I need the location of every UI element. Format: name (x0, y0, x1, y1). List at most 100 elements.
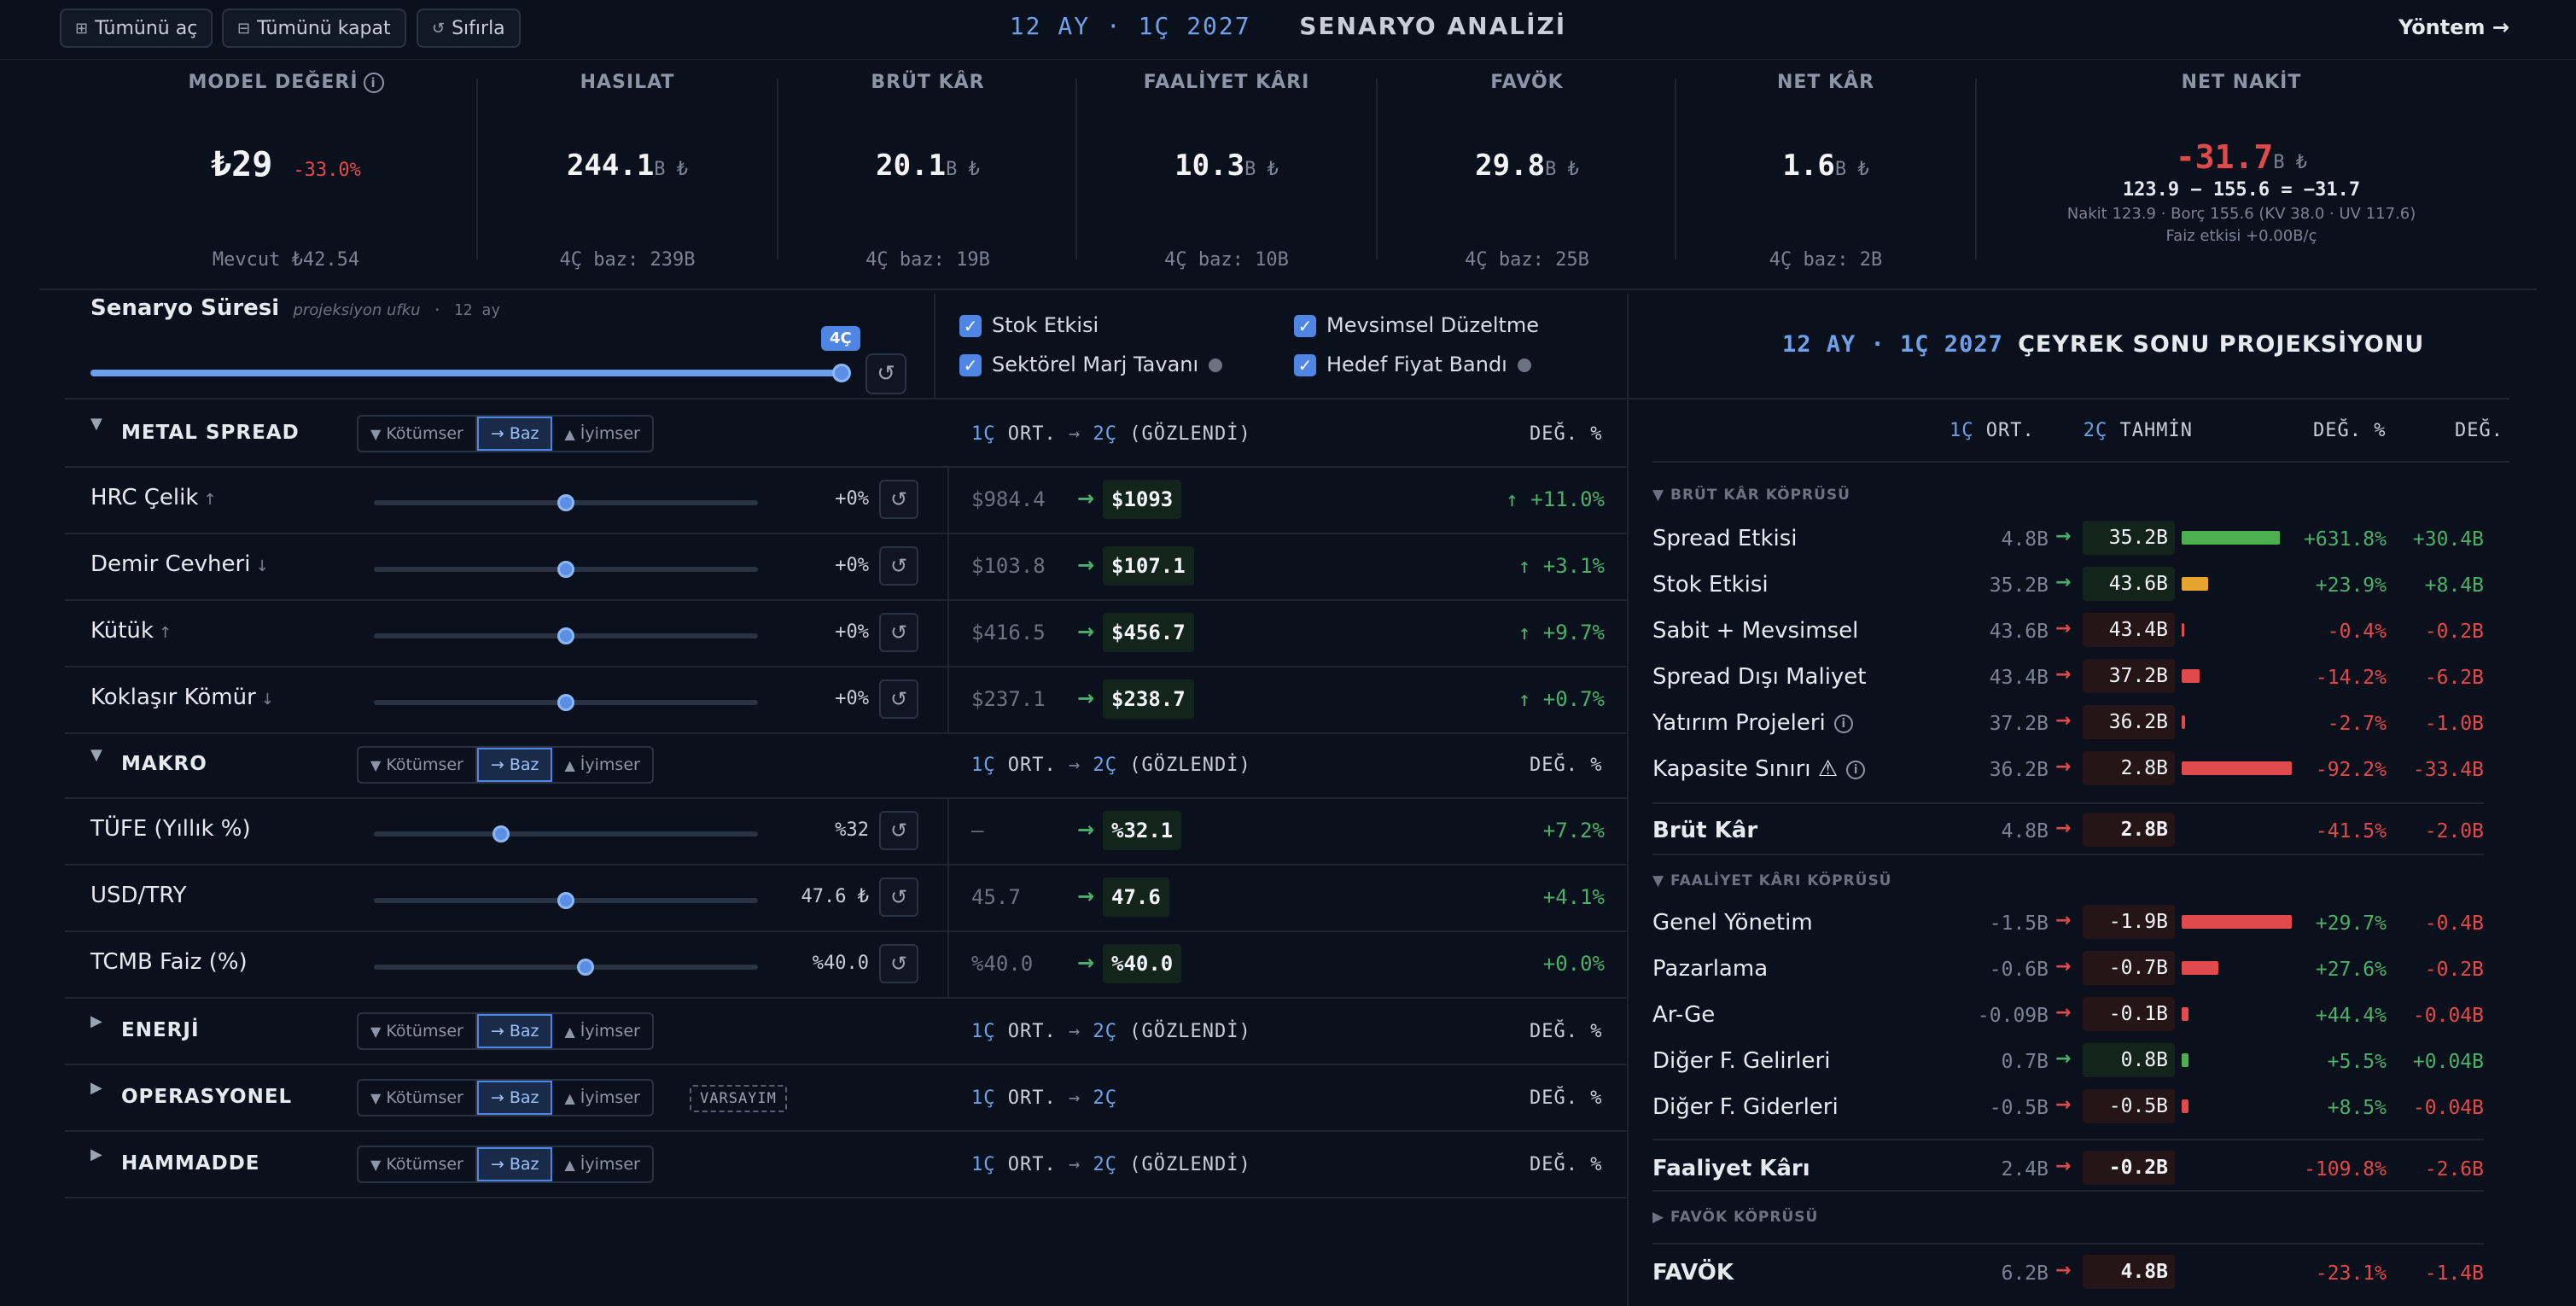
method-link[interactable]: Yöntem → (2398, 15, 2509, 39)
col-observed: (GÖZLENDİ) (1129, 423, 1251, 445)
divider (65, 533, 1627, 534)
bridge-new: 0.8B (2083, 1043, 2175, 1077)
driver-slider-handle[interactable] (576, 959, 594, 976)
kpi-model-value: MODEL DEĞERİ i ₺29 -33.0% Mevcut ₺42.54 (94, 60, 478, 289)
driver-name: Demir Cevheri (90, 551, 251, 577)
section-title-ops[interactable]: OPERASYONEL (121, 1086, 292, 1108)
pessimistic-option[interactable]: ▼ Kötümser (358, 748, 477, 782)
seasonal-checkbox[interactable]: ✓ (1294, 315, 1316, 337)
projection-delta-header: DEĞ. (2455, 420, 2503, 441)
gross-bridge-toggle[interactable]: ▼ BRÜT KÂR KÖPRÜSÜ (1652, 487, 1850, 504)
expand-chevron-icon[interactable]: ▶ (90, 1079, 102, 1097)
driver-reset-button[interactable]: ↺ (879, 877, 918, 917)
collapse-chevron-icon[interactable]: ▼ (90, 415, 102, 433)
driver-slider-handle[interactable] (492, 825, 510, 842)
optimistic-option[interactable]: ▲ İyimser (552, 748, 651, 782)
driver-reset-button[interactable]: ↺ (879, 811, 918, 850)
bridge-bar (2182, 715, 2186, 729)
section-title-macro[interactable]: MAKRO (121, 753, 207, 775)
col-q2: 2Ç (1093, 1087, 1117, 1109)
ebitda-bridge-toggle[interactable]: ▶ FAVÖK KÖPRÜSÜ (1652, 1209, 1818, 1226)
driver-slider-track[interactable] (374, 965, 758, 970)
triangle-up-icon: ▲ (564, 425, 575, 442)
arrow-right-icon: → (2055, 1094, 2072, 1116)
info-icon[interactable]: i (1833, 714, 1853, 733)
driver-reset-button[interactable]: ↺ (879, 679, 918, 719)
driver-prev-value: %40.0 (971, 952, 1034, 976)
stock-effect-checkbox[interactable]: ✓ (959, 315, 982, 337)
driver-new-value: %32.1 (1103, 811, 1182, 850)
pessimistic-option[interactable]: ▼ Kötümser (358, 417, 477, 451)
net-cash-formula: 123.9 − 155.6 = −31.7 (2122, 179, 2361, 201)
base-option[interactable]: → Baz (476, 1147, 553, 1181)
driver-slider-track[interactable] (374, 831, 758, 837)
bridge-pct: -0.4% (2327, 621, 2387, 643)
kpi-value: 29.8B ₺ (1475, 149, 1579, 183)
col-change: DEĞ. % (1530, 1021, 1603, 1042)
bridge-prev: -0.5B (1989, 1097, 2049, 1119)
section-title-raw[interactable]: HAMMADDE (121, 1152, 260, 1175)
sector-cap-checkbox[interactable]: ✓ (959, 354, 982, 376)
driver-slider-handle[interactable] (557, 694, 574, 711)
kpi-label: FAALİYET KÂRI (1143, 72, 1310, 93)
bridge-pct: +29.7% (2315, 912, 2387, 935)
bridge-bar (2182, 1099, 2189, 1113)
pessimistic-option[interactable]: ▼ Kötümser (358, 1014, 477, 1048)
optimistic-option[interactable]: ▲ İyimser (552, 1147, 651, 1181)
divider (65, 732, 1627, 734)
optimistic-option[interactable]: ▲ İyimser (552, 417, 651, 451)
base-option[interactable]: → Baz (476, 1081, 553, 1115)
horizon-slider-handle[interactable] (832, 364, 851, 382)
optimistic-option[interactable]: ▲ İyimser (552, 1081, 651, 1115)
kpi-foot: 4Ç baz: 239B (559, 249, 696, 271)
expand-chevron-icon[interactable]: ▶ (90, 1012, 102, 1030)
kpi-label: HASILAT (580, 72, 675, 93)
bridge-prev: -0.6B (1989, 959, 2049, 981)
bridge-name: Brüt Kâr (1652, 818, 1758, 843)
section-title-metal[interactable]: METAL SPREAD (121, 422, 300, 444)
col-arrow: → (1068, 423, 1081, 445)
divider (39, 289, 2537, 290)
optimistic-option[interactable]: ▲ İyimser (552, 1014, 651, 1048)
base-option[interactable]: → Baz (476, 748, 553, 782)
pessimistic-label: Kötümser (386, 755, 463, 774)
driver-slider-handle[interactable] (557, 561, 574, 578)
bridge-prev: 0.7B (2001, 1051, 2049, 1073)
bridge-delta: -0.2B (2424, 621, 2484, 643)
info-icon[interactable]: i (1846, 760, 1866, 779)
pessimistic-option[interactable]: ▼ Kötümser (358, 1147, 477, 1181)
pessimistic-option[interactable]: ▼ Kötümser (358, 1081, 477, 1115)
section-col-header: 1Ç ORT. → 2Ç (971, 1087, 1117, 1109)
driver-slider-handle[interactable] (557, 494, 574, 511)
driver-reset-button[interactable]: ↺ (879, 613, 918, 652)
scenario-horizon: 12 ay (453, 301, 501, 319)
op-bridge-toggle[interactable]: ▼ FAALİYET KÂRI KÖPRÜSÜ (1652, 872, 1892, 889)
driver-slider-handle[interactable] (557, 892, 574, 909)
horizon-reset-button[interactable]: ↺ (865, 353, 906, 394)
driver-reset-button[interactable]: ↺ (879, 480, 918, 519)
target-band-checkbox[interactable]: ✓ (1294, 354, 1316, 376)
driver-new-value: $238.7 (1103, 679, 1194, 719)
arrow-right-icon: → (1077, 884, 1095, 908)
driver-reset-button[interactable]: ↺ (879, 546, 918, 586)
bridge-new: -0.2B (2083, 1151, 2175, 1185)
section-title-energy[interactable]: ENERJİ (121, 1019, 200, 1041)
driver-adjust-value: +0% (835, 688, 869, 709)
bridge-name: FAVÖK (1652, 1260, 1734, 1286)
arrow-right-icon: → (1077, 818, 1095, 842)
driver-reset-button[interactable]: ↺ (879, 944, 918, 983)
info-icon[interactable]: i (363, 73, 384, 93)
base-option[interactable]: → Baz (476, 1014, 553, 1048)
bridge-label: Spread Dışı Maliyet (1652, 664, 1867, 690)
arrow-right-icon: → (2055, 818, 2072, 839)
triangle-up-icon: ▲ (564, 1089, 575, 1106)
expand-chevron-icon[interactable]: ▶ (90, 1146, 102, 1163)
collapse-chevron-icon[interactable]: ▼ (90, 746, 102, 764)
col-change: DEĞ. % (1530, 1087, 1603, 1109)
base-option[interactable]: → Baz (476, 417, 553, 451)
bridge-new: -0.5B (2083, 1089, 2175, 1123)
scenario-sep: · (432, 301, 442, 319)
driver-label: HRC Çelik ↑ (90, 485, 217, 510)
bridge-pct: +631.8% (2304, 528, 2387, 551)
driver-slider-handle[interactable] (557, 627, 574, 644)
